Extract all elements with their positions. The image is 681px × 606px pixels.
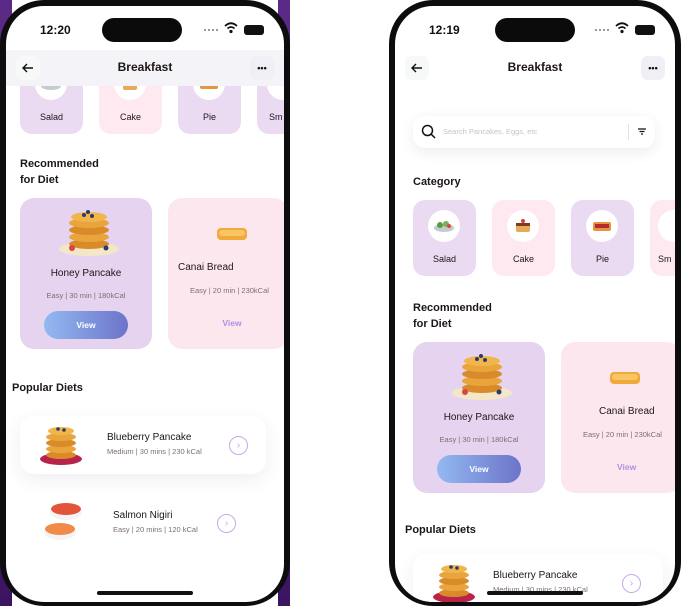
diet-card-canai-bread[interactable]: Canai Bread Easy | 20 min | 230kCal View [561,342,675,493]
category-label: Cake [512,254,534,264]
nav-bar: Breakfast ••• [395,50,675,86]
popular-meta: Medium | 30 mins | 230 kCal [107,447,202,456]
nav-bar: Breakfast ••• [6,50,284,86]
chevron-right-icon[interactable]: › [217,514,236,533]
blueberry-pancake-image [40,427,82,465]
honey-pancake-image [452,354,512,400]
status-bar: 12:20 [6,6,284,50]
status-time: 12:20 [40,23,71,37]
category-card-salad[interactable]: Salad [413,200,476,276]
diet-card-canai-bread[interactable]: Canai Bread Easy | 20 min | 230kCal View [168,198,284,349]
category-label: Sm [658,254,672,264]
diet-name: Canai Bread [599,406,655,417]
diet-card-honey-pancake[interactable]: Honey Pancake Easy | 30 min | 180kCal Vi… [20,198,152,349]
honey-pancake-image [59,210,119,256]
view-button[interactable]: View [437,455,521,483]
diet-meta: Easy | 30 min | 180kCal [439,435,519,444]
category-label: Cake [119,112,141,122]
smoothie-icon [267,86,284,100]
search-bar[interactable]: Search Pancakes, Eggs, etc [413,116,655,148]
recommended-title: Recommended for Diet [413,302,492,330]
more-button[interactable]: ••• [250,56,274,80]
dynamic-island [495,18,575,42]
wifi-icon [615,22,629,34]
phone-right: 12:19 Breakfast ••• Search Pancakes, Egg… [389,0,681,606]
blueberry-pancake-image [433,565,475,602]
cake-icon [114,86,146,100]
more-button[interactable]: ••• [641,56,665,80]
category-card-smoothie[interactable]: Sm [650,200,675,276]
filter-icon[interactable] [636,125,648,137]
diet-name: Canai Bread [178,262,234,273]
content-scroll[interactable]: Search Pancakes, Eggs, etc Category Sala… [395,86,675,602]
search-icon [421,124,436,139]
diet-card-honey-pancake[interactable]: Honey Pancake Easy | 30 min | 180kCal Vi… [413,342,545,493]
screen-left: 12:20 Breakfast ••• Salad Cake Pie Sm Re… [6,6,284,602]
signal-icon [204,29,218,32]
canai-bread-image [610,372,640,384]
search-divider [628,124,629,140]
status-bar: 12:19 [395,6,675,50]
category-label: Pie [202,112,216,122]
chevron-right-icon[interactable]: › [622,574,641,593]
popular-title: Popular Diets [405,524,476,536]
diet-meta: Easy | 20 min | 230kCal [190,286,269,295]
wifi-icon [224,22,238,34]
view-link[interactable]: View [168,318,284,328]
battery-icon [635,25,655,35]
salad-icon [428,210,460,242]
popular-title: Popular Diets [12,382,83,394]
page-title: Breakfast [507,60,563,74]
category-label: Salad [39,112,64,122]
chevron-right-icon[interactable]: › [229,436,248,455]
page-title: Breakfast [117,60,173,74]
phone-left: 12:20 Breakfast ••• Salad Cake Pie Sm Re… [0,0,290,606]
diet-name: Honey Pancake [443,412,515,423]
popular-row-salmon-nigiri[interactable]: Salmon Nigiri Easy | 20 mins | 120 kCal … [20,494,266,552]
smoothie-icon [658,210,675,242]
diet-name: Honey Pancake [50,268,122,279]
home-indicator [487,591,583,595]
battery-icon [244,25,264,35]
more-dots-icon: ••• [648,63,658,73]
more-dots-icon: ••• [257,63,267,73]
popular-name: Blueberry Pancake [107,432,192,443]
popular-name: Salmon Nigiri [113,510,173,521]
category-card-pie[interactable]: Pie [178,86,241,134]
salad-icon [35,86,67,100]
recommended-title: Recommended for Diet [20,158,99,186]
category-label: Sm [269,112,283,122]
screen-right: 12:19 Breakfast ••• Search Pancakes, Egg… [395,6,675,602]
diet-meta: Easy | 30 min | 180kCal [46,291,126,300]
pie-icon [586,210,618,242]
view-link[interactable]: View [617,462,636,472]
popular-name: Blueberry Pancake [493,570,578,581]
category-label: Pie [595,254,609,264]
pie-icon [193,86,225,100]
dynamic-island [102,18,182,42]
status-time: 12:19 [429,23,460,37]
search-input[interactable]: Search Pancakes, Eggs, etc [443,127,537,136]
category-card-salad[interactable]: Salad [20,86,83,134]
category-title: Category [413,176,461,188]
content-scroll[interactable]: Salad Cake Pie Sm Recommended for Diet H… [6,86,284,602]
category-card-smoothie[interactable]: Sm [257,86,284,134]
home-indicator [97,591,193,595]
category-card-cake[interactable]: Cake [492,200,555,276]
signal-icon [595,29,609,32]
cake-icon [507,210,539,242]
diet-meta: Easy | 20 min | 230kCal [583,430,662,439]
salmon-nigiri-image [44,503,82,540]
canai-bread-image [217,228,247,240]
category-label: Salad [432,254,457,264]
category-card-cake[interactable]: Cake [99,86,162,134]
popular-meta: Easy | 20 mins | 120 kCal [113,525,198,534]
category-card-pie[interactable]: Pie [571,200,634,276]
popular-row-blueberry-pancake[interactable]: Blueberry Pancake Medium | 30 mins | 230… [20,416,266,474]
screenshot-stage: 12:20 Breakfast ••• Salad Cake Pie Sm Re… [0,0,681,606]
view-button[interactable]: View [44,311,128,339]
